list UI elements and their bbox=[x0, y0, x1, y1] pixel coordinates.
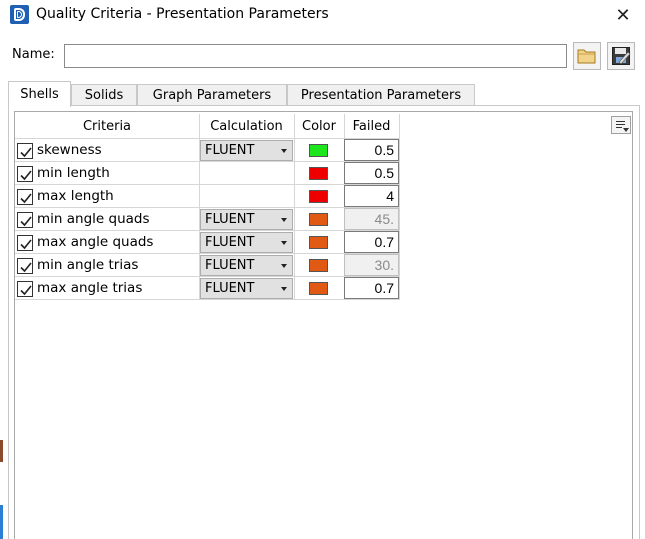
close-button[interactable]: ✕ bbox=[607, 0, 639, 30]
app-logo-icon bbox=[10, 5, 29, 24]
criteria-label: min angle quads bbox=[37, 211, 150, 227]
failed-value-input[interactable] bbox=[344, 231, 399, 253]
tab-shells[interactable]: Shells bbox=[8, 81, 71, 107]
edge-artifact bbox=[0, 505, 3, 539]
header-failed[interactable]: Failed bbox=[344, 114, 399, 138]
failed-value-input[interactable] bbox=[344, 139, 399, 161]
calculation-select[interactable]: FLUENT bbox=[200, 209, 293, 230]
header-criteria[interactable]: Criteria bbox=[15, 114, 199, 138]
color-swatch[interactable] bbox=[309, 259, 328, 272]
column-menu-button[interactable] bbox=[611, 116, 631, 134]
criteria-label: skewness bbox=[37, 142, 102, 158]
row-checkbox[interactable] bbox=[17, 143, 33, 159]
row-checkbox[interactable] bbox=[17, 258, 33, 274]
calculation-value: FLUENT bbox=[205, 258, 255, 273]
table-row[interactable]: max length bbox=[15, 185, 400, 208]
save-button[interactable] bbox=[607, 42, 635, 70]
folder-open-icon bbox=[577, 49, 596, 64]
table-row[interactable]: min angle trias FLUENT bbox=[15, 254, 400, 277]
checkmark-icon bbox=[20, 193, 32, 204]
failed-value-input[interactable] bbox=[344, 277, 399, 299]
chevron-down-icon bbox=[281, 241, 287, 245]
failed-value-input[interactable] bbox=[344, 208, 399, 230]
table-row[interactable]: max angle trias FLUENT bbox=[15, 277, 400, 300]
criteria-label: max angle quads bbox=[37, 234, 154, 250]
criteria-label: min length bbox=[37, 165, 110, 181]
calculation-select[interactable]: FLUENT bbox=[200, 232, 293, 253]
checkmark-icon bbox=[20, 147, 32, 158]
window-title: Quality Criteria - Presentation Paramete… bbox=[36, 6, 329, 22]
checkmark-icon bbox=[20, 239, 32, 250]
open-button[interactable] bbox=[573, 42, 601, 70]
table-row[interactable]: min angle quads FLUENT bbox=[15, 208, 400, 231]
row-checkbox[interactable] bbox=[17, 212, 33, 228]
calculation-select[interactable]: FLUENT bbox=[200, 255, 293, 276]
chevron-down-icon bbox=[281, 264, 287, 268]
color-swatch[interactable] bbox=[309, 213, 328, 226]
failed-value-input[interactable] bbox=[344, 254, 399, 276]
color-swatch[interactable] bbox=[309, 236, 328, 249]
calculation-value: FLUENT bbox=[205, 235, 255, 250]
table-row[interactable]: max angle quads FLUENT bbox=[15, 231, 400, 254]
header-color[interactable]: Color bbox=[294, 114, 344, 138]
row-checkbox[interactable] bbox=[17, 235, 33, 251]
criteria-label: max angle trias bbox=[37, 280, 143, 296]
failed-value-input[interactable] bbox=[344, 185, 399, 207]
table-row[interactable]: min length bbox=[15, 162, 400, 185]
checkmark-icon bbox=[20, 285, 32, 296]
tab-solids[interactable]: Solids bbox=[71, 84, 137, 106]
name-input[interactable] bbox=[64, 44, 567, 68]
failed-value-input[interactable] bbox=[344, 162, 399, 184]
save-icon bbox=[612, 47, 631, 65]
criteria-label: min angle trias bbox=[37, 257, 139, 273]
row-checkbox[interactable] bbox=[17, 281, 33, 297]
color-swatch[interactable] bbox=[309, 144, 328, 157]
calculation-value: FLUENT bbox=[205, 281, 255, 296]
table-row[interactable]: skewness FLUENT bbox=[15, 139, 400, 162]
edge-artifact bbox=[0, 440, 3, 462]
chevron-down-icon bbox=[281, 149, 287, 153]
color-swatch[interactable] bbox=[309, 282, 328, 295]
checkmark-icon bbox=[20, 216, 32, 227]
name-label: Name: bbox=[12, 47, 55, 62]
calculation-value: FLUENT bbox=[205, 212, 255, 227]
title-bar: Quality Criteria - Presentation Paramete… bbox=[0, 0, 645, 30]
row-checkbox[interactable] bbox=[17, 189, 33, 205]
row-checkbox[interactable] bbox=[17, 166, 33, 182]
chevron-down-icon bbox=[281, 218, 287, 222]
chevron-down-icon bbox=[281, 287, 287, 291]
checkmark-icon bbox=[20, 170, 32, 181]
header-calculation[interactable]: Calculation bbox=[199, 114, 294, 138]
checkmark-icon bbox=[20, 262, 32, 273]
calculation-value: FLUENT bbox=[205, 143, 255, 158]
tab-presentation-parameters[interactable]: Presentation Parameters bbox=[287, 84, 475, 106]
calculation-select[interactable]: FLUENT bbox=[200, 278, 293, 299]
color-swatch[interactable] bbox=[309, 167, 328, 180]
calculation-select[interactable]: FLUENT bbox=[200, 140, 293, 161]
color-swatch[interactable] bbox=[309, 190, 328, 203]
criteria-label: max length bbox=[37, 188, 114, 204]
close-icon: ✕ bbox=[615, 4, 631, 26]
tab-graph-parameters[interactable]: Graph Parameters bbox=[137, 84, 287, 106]
